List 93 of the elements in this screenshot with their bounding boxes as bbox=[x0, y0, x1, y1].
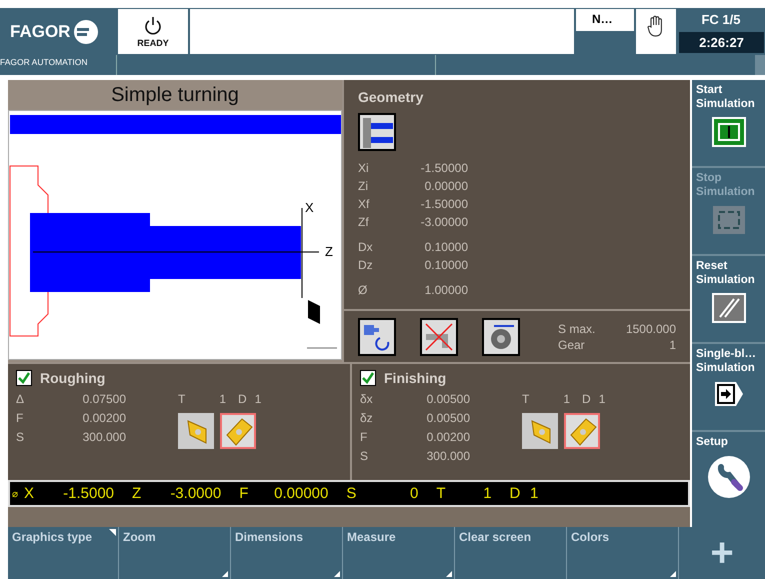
axis-value: 1 bbox=[482, 485, 492, 502]
parameter-value: 0.10000 bbox=[424, 257, 468, 274]
side-softkey[interactable]: Reset Simulation bbox=[692, 256, 765, 344]
profile-button[interactable] bbox=[358, 113, 396, 151]
parameter-value: -1.50000 bbox=[420, 196, 468, 213]
parameter-value: 0.10000 bbox=[424, 239, 468, 256]
single-block-icon bbox=[714, 381, 744, 407]
setting-label: Gear bbox=[558, 338, 586, 352]
parameter-value: 300.000 bbox=[82, 429, 126, 446]
insert-icon bbox=[568, 417, 598, 447]
side-softkey[interactable]: Start Simulation bbox=[692, 80, 765, 168]
profile-icon bbox=[363, 118, 393, 148]
axis-name: S bbox=[346, 485, 356, 502]
parameter-label: S bbox=[16, 429, 26, 446]
diameter-symbol: ⌀ bbox=[12, 488, 18, 500]
axis-label: X bbox=[305, 200, 314, 215]
parameter-value: 300.000 bbox=[426, 448, 470, 465]
checkbox[interactable] bbox=[16, 370, 32, 386]
tool-label: D bbox=[238, 391, 247, 408]
insert-button[interactable] bbox=[522, 413, 558, 449]
setting-value: 1 bbox=[668, 338, 676, 352]
axis-value: -3.0000 bbox=[169, 485, 222, 502]
operation-title: Roughing bbox=[40, 370, 106, 386]
wrench-icon bbox=[706, 455, 750, 499]
rotation-button[interactable] bbox=[358, 318, 396, 356]
insert-button[interactable] bbox=[178, 413, 214, 449]
parameter-label: Xf bbox=[358, 196, 370, 213]
tool-label: D bbox=[582, 391, 591, 408]
parameter-value: 0.00200 bbox=[82, 410, 126, 427]
mode-label: N… bbox=[576, 9, 634, 31]
parameter-value: -3.00000 bbox=[420, 214, 468, 231]
parameter-value: 0.00500 bbox=[426, 391, 470, 408]
brand-name: FAGOR bbox=[10, 22, 70, 42]
power-icon bbox=[144, 16, 162, 36]
parameter-label: δx bbox=[360, 391, 374, 408]
status-text: READY bbox=[137, 38, 169, 48]
parameter-label: Zf bbox=[358, 214, 370, 231]
company-name: FAGOR AUTOMATION bbox=[0, 56, 89, 69]
tool-icon bbox=[308, 300, 320, 324]
tool-value: 1 bbox=[254, 391, 262, 408]
axis-value: 1 bbox=[529, 485, 538, 502]
axis-name: T bbox=[436, 485, 446, 502]
setting-value: 1500.000 bbox=[624, 322, 676, 336]
graphics-title: Simple turning bbox=[110, 83, 240, 108]
operation-title: Finishing bbox=[384, 370, 446, 386]
cycle-start-icon bbox=[712, 117, 746, 147]
reset-icon bbox=[712, 293, 746, 323]
parameter-value: 0.07500 bbox=[82, 391, 126, 408]
coolant-button[interactable] bbox=[420, 318, 458, 356]
geometry-title: Geometry bbox=[358, 89, 424, 105]
parameter-label: Δ bbox=[16, 391, 26, 408]
checkbox[interactable] bbox=[360, 370, 376, 386]
scroll-handle[interactable] bbox=[755, 55, 765, 75]
chuck-button[interactable] bbox=[482, 318, 520, 356]
axis-value: 0 bbox=[409, 485, 418, 502]
parameter-value: 0.00200 bbox=[426, 429, 470, 446]
parameter-label: Zi bbox=[358, 178, 369, 195]
tool-value: 1 bbox=[563, 391, 570, 408]
insert-icon bbox=[224, 417, 254, 447]
setting-label: S max. bbox=[558, 322, 596, 336]
hand-icon bbox=[647, 15, 665, 37]
parameter-label: F bbox=[360, 429, 368, 446]
insert-button[interactable] bbox=[220, 413, 256, 449]
axis-value: 0.00000 bbox=[273, 485, 328, 502]
parameter-label: F bbox=[16, 410, 24, 427]
parameter-label: δz bbox=[360, 410, 374, 427]
tool-label: T bbox=[178, 391, 186, 408]
parameter-label: Dz bbox=[358, 257, 374, 274]
tool-value: 1 bbox=[219, 391, 226, 408]
parameter-value: 1.00000 bbox=[424, 282, 468, 299]
parameter-label: S bbox=[360, 448, 370, 465]
parameter-value: 0.00000 bbox=[424, 178, 468, 195]
axis-name: Z bbox=[132, 485, 142, 502]
axis-name: D bbox=[510, 485, 520, 502]
axis-name: F bbox=[239, 485, 248, 502]
axis-label: Z bbox=[325, 244, 333, 259]
parameter-label: Xi bbox=[358, 160, 370, 177]
coolant-off-icon bbox=[424, 322, 454, 352]
parameter-value: -1.50000 bbox=[420, 160, 468, 177]
tool-label: T bbox=[522, 391, 530, 408]
cycle-stop-icon bbox=[712, 205, 746, 235]
parameter-value: 0.00500 bbox=[426, 410, 470, 427]
program-label: FC 1/5 bbox=[700, 11, 742, 29]
side-softkey[interactable]: Setup bbox=[692, 432, 765, 527]
axis-value: -1.5000 bbox=[62, 485, 114, 502]
tool-value: 1 bbox=[598, 391, 606, 408]
parameter-label: Ø bbox=[358, 282, 368, 299]
parameter-label: Dx bbox=[358, 239, 374, 256]
axis-name: X bbox=[24, 485, 34, 502]
logo-icon bbox=[74, 20, 98, 44]
side-softkey[interactable]: Single-bl… Simulation bbox=[692, 344, 765, 432]
insert-button[interactable] bbox=[564, 413, 600, 449]
clock-text: 2:26:27 bbox=[679, 32, 764, 53]
